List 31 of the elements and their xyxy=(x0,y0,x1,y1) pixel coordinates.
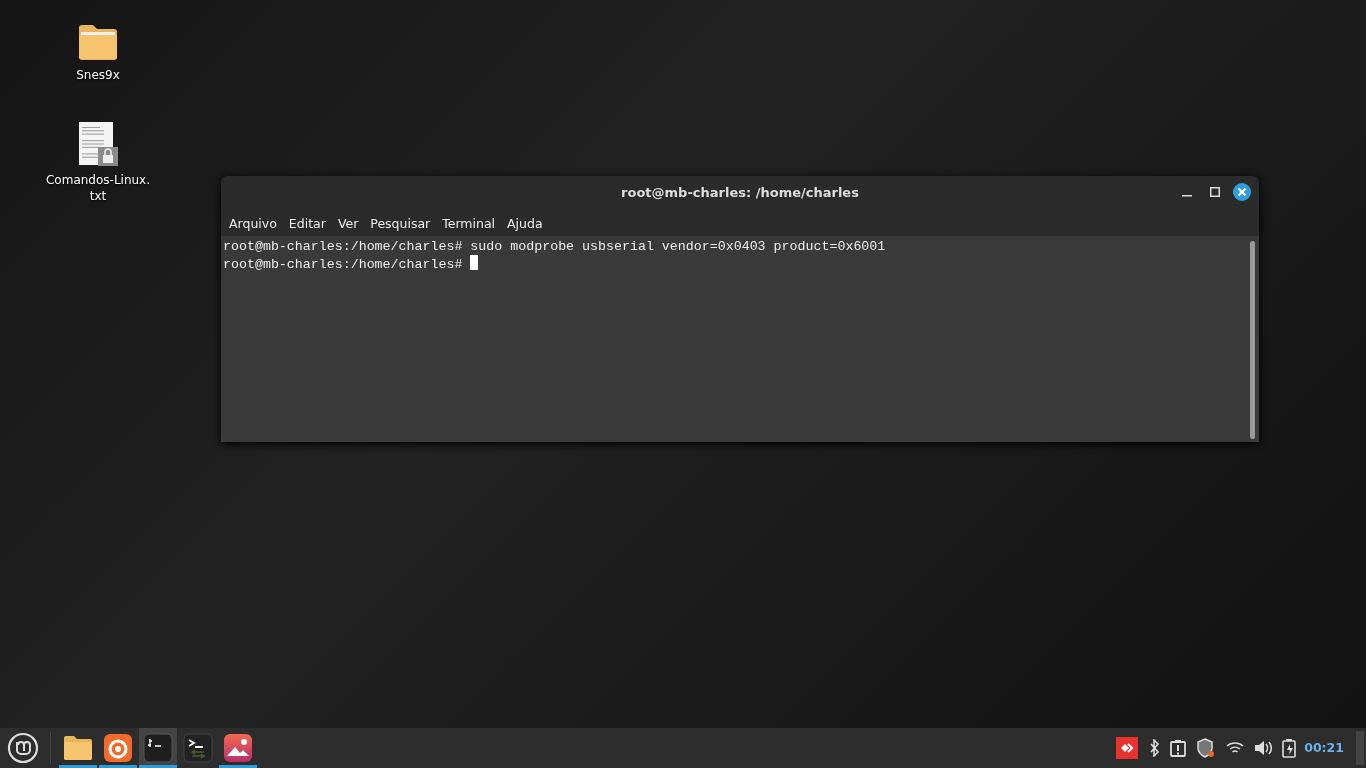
wifi-icon[interactable] xyxy=(1226,741,1245,755)
clock[interactable]: 00:21 xyxy=(1304,738,1344,758)
text-cursor xyxy=(470,255,479,270)
mint-logo-icon xyxy=(7,732,39,764)
menu-item[interactable]: Ajuda xyxy=(501,211,549,236)
locked-text-file-icon[interactable] xyxy=(77,122,119,166)
remote-desktop-icon[interactable] xyxy=(1116,737,1139,759)
battery-charging-icon[interactable] xyxy=(1282,738,1297,758)
minimize-icon xyxy=(1182,195,1192,197)
scrollbar[interactable] xyxy=(1250,241,1255,439)
maximize-icon xyxy=(1210,187,1220,197)
icon-label: Snes9x xyxy=(76,67,120,83)
close-icon[interactable] xyxy=(1233,183,1251,201)
terminal-line: root@mb-charles:/home/charles# sudo modprobe usbserial vendor=0x0403 product=0x6001 xyxy=(223,239,886,254)
menu-item[interactable]: Editar xyxy=(282,211,332,236)
volume-icon[interactable] xyxy=(1254,740,1273,756)
window-title: root@mb-charles: /home/charles xyxy=(621,183,859,202)
menu-item[interactable]: Arquivo xyxy=(223,211,283,236)
terminal-line: root@mb-charles:/home/charles# xyxy=(223,257,464,272)
console-icon xyxy=(182,732,214,764)
bluetooth-icon[interactable] xyxy=(1148,739,1161,757)
clipboard-alert-icon[interactable] xyxy=(1170,739,1187,757)
menu-item[interactable]: Pesquisar xyxy=(364,211,437,236)
terminal-icon xyxy=(142,732,174,764)
folder-icon[interactable] xyxy=(78,24,118,60)
icon-label: Comandos-Linux. txt xyxy=(45,172,151,204)
menu-item[interactable]: Terminal xyxy=(436,211,502,236)
picture-icon xyxy=(222,732,254,764)
menu-item[interactable]: Ver xyxy=(331,211,365,236)
shield-icon[interactable] xyxy=(1196,738,1217,758)
taskbar-app-button[interactable] xyxy=(139,728,177,768)
